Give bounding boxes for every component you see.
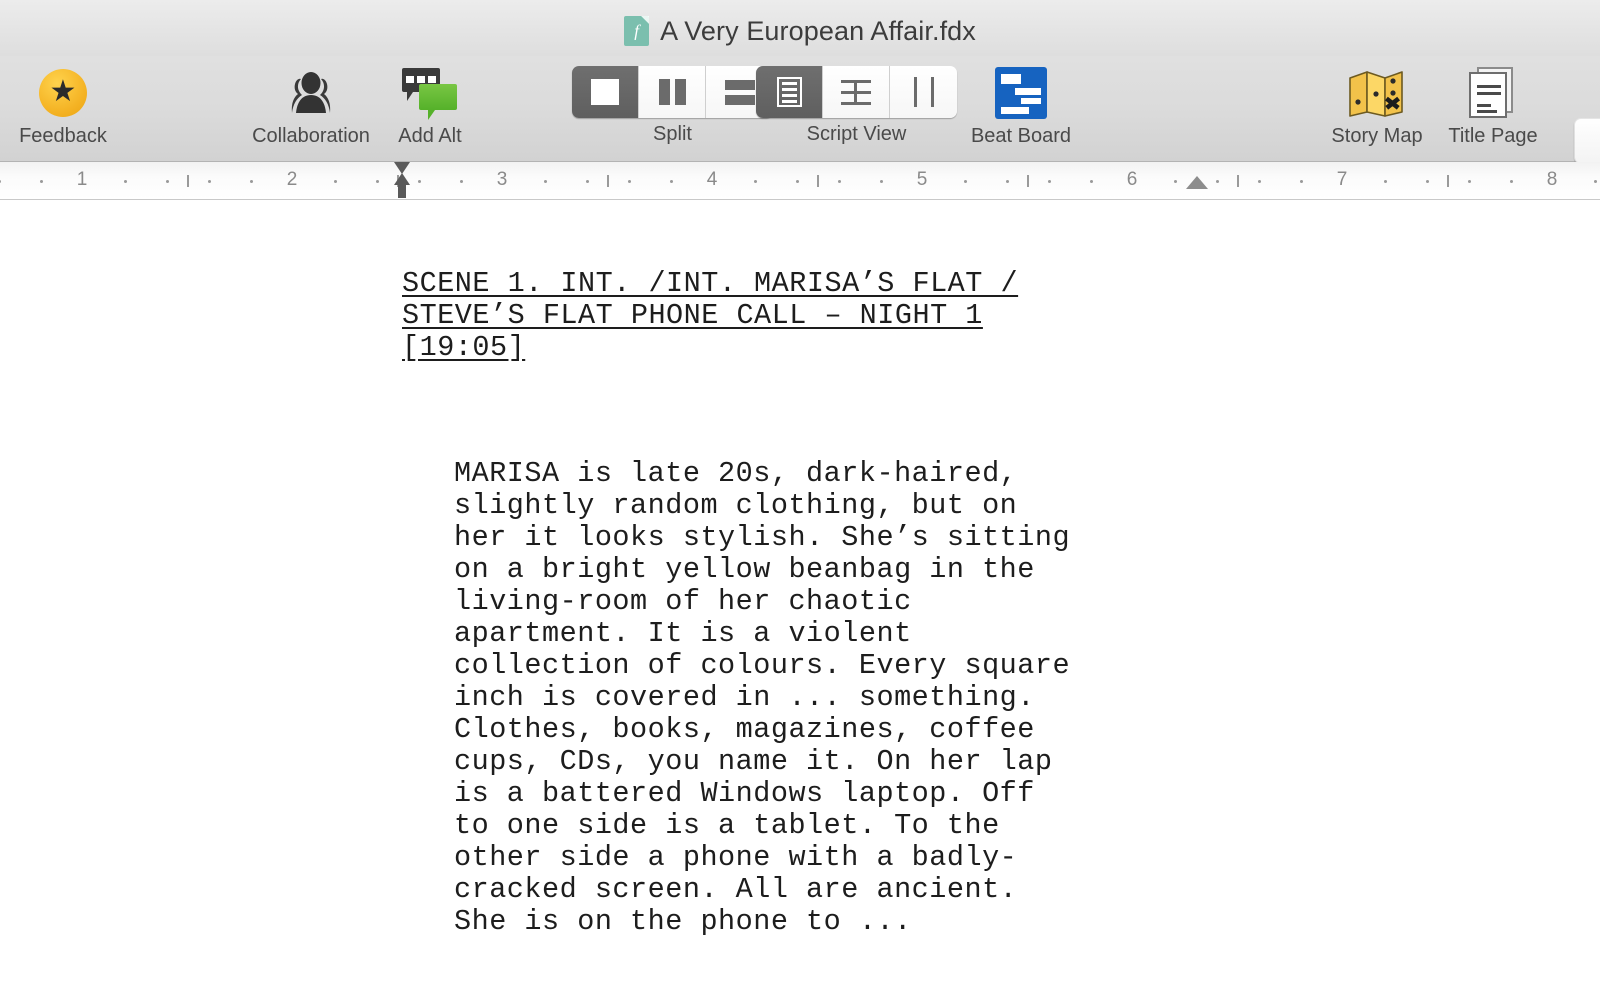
folded-map-icon [1347, 62, 1407, 124]
ruler-tick [1594, 180, 1597, 183]
script-view-segmented-buttons [756, 66, 957, 118]
toolbar-button-collaboration[interactable]: Collaboration [246, 62, 376, 148]
toolbar-button-beat-board[interactable]: Beat Board [956, 62, 1086, 148]
ruler-tick [1216, 180, 1219, 183]
ruler-tick [754, 180, 757, 183]
speech-bubbles-icon [402, 62, 458, 124]
ruler-tick [586, 180, 589, 183]
ruler-tick [670, 180, 673, 183]
ruler-number: 4 [706, 169, 718, 190]
ruler-tick [166, 180, 169, 183]
ruler-tick [1468, 180, 1471, 183]
toolbar-label-add-alt: Add Alt [398, 125, 462, 147]
split-segmented-buttons [572, 66, 773, 118]
ruler-number: 2 [286, 169, 298, 190]
ruler-half-inch-tick [817, 175, 819, 187]
ruler-tick [250, 180, 253, 183]
script-page[interactable]: SCENE 1. INT. /INT. MARISA’S FLAT / STEV… [0, 200, 1600, 1000]
script-body[interactable]: SCENE 1. INT. /INT. MARISA’S FLAT / STEV… [402, 204, 1202, 1000]
ruler-number: 3 [496, 169, 508, 190]
toolbar-button-add-alt[interactable]: Add Alt [365, 62, 495, 148]
ruler-tick [1174, 180, 1177, 183]
split-control: Split [572, 62, 773, 146]
star-badge-icon: ★ [39, 62, 87, 124]
ruler-tick [1048, 180, 1051, 183]
ruler-tick [124, 180, 127, 183]
toolbar-button-feedback[interactable]: ★ Feedback [0, 62, 128, 148]
script-view-segment-normal[interactable] [756, 66, 823, 118]
ruler-half-inch-tick [1447, 175, 1449, 187]
ruler-tick [1300, 180, 1303, 183]
toolbar-label-title-page: Title Page [1448, 125, 1538, 147]
ruler-number: 1 [76, 169, 88, 190]
ruler-number: 7 [1336, 169, 1348, 190]
ruler-tick [334, 180, 337, 183]
ruler-tick [208, 180, 211, 183]
window-title: A Very European Affair.fdx [660, 15, 976, 46]
ruler-tick [418, 180, 421, 183]
script-view-segment-index-card[interactable] [823, 66, 890, 118]
ruler[interactable]: 1 2 3 4 5 6 7 8 [0, 162, 1600, 200]
ruler-tick [0, 180, 1, 183]
ruler-tick [1384, 180, 1387, 183]
toolbar-label-collaboration: Collaboration [252, 125, 370, 147]
ruler-tick [628, 180, 631, 183]
ruler-tick [964, 180, 967, 183]
beat-board-icon [995, 62, 1047, 124]
ruler-tick [838, 180, 841, 183]
toolbar-label-beat-board: Beat Board [970, 125, 1072, 147]
script-view-label: Script View [806, 123, 907, 145]
final-draft-window: f A Very European Affair.fdx ★ Feedback [0, 0, 1600, 1000]
ruler-half-inch-tick [1027, 175, 1029, 187]
ruler-number: 6 [1126, 169, 1138, 190]
script-view-control: Script View [756, 62, 957, 146]
toolbar-label-feedback: Feedback [19, 125, 107, 147]
toolbar-label-story-map: Story Map [1331, 125, 1423, 147]
ruler-number: 5 [916, 169, 928, 190]
script-view-segment-columns[interactable] [890, 66, 957, 118]
split-segment-single[interactable] [572, 66, 639, 118]
action-paragraph[interactable]: MARISA is late 20s, dark-haired, slightl… [402, 458, 1202, 938]
toolbar-overflow-control[interactable] [1574, 118, 1600, 164]
document-title-group: f A Very European Affair.fdx [624, 16, 976, 47]
ruler-tick [1090, 180, 1093, 183]
ruler-half-inch-tick [607, 175, 609, 187]
document-icon-glyph: f [634, 21, 639, 41]
document-pages-icon [1469, 62, 1517, 124]
ruler-tick [40, 180, 43, 183]
toolbar-button-title-page[interactable]: Title Page [1428, 62, 1558, 148]
toolbar: ★ Feedback Collaboration Add Alt Split S… [0, 56, 1600, 164]
ruler-tick [544, 180, 547, 183]
ruler-tick [376, 180, 379, 183]
ruler-tick [460, 180, 463, 183]
ruler-half-inch-tick [187, 175, 189, 187]
final-draft-document-icon: f [624, 16, 650, 46]
ruler-tick [796, 180, 799, 183]
people-group-icon [282, 62, 340, 124]
ruler-number: 8 [1546, 169, 1558, 190]
right-margin-marker[interactable] [1186, 176, 1208, 189]
ruler-tick [880, 180, 883, 183]
scene-heading[interactable]: SCENE 1. INT. /INT. MARISA’S FLAT / STEV… [402, 268, 1202, 364]
ruler-half-inch-tick [1237, 175, 1239, 187]
toolbar-button-story-map[interactable]: Story Map [1312, 62, 1442, 148]
ruler-tick [1258, 180, 1261, 183]
ruler-tick [1006, 180, 1009, 183]
ruler-tick [1510, 180, 1513, 183]
title-bar: f A Very European Affair.fdx [0, 0, 1600, 56]
split-label: Split [653, 123, 692, 145]
split-segment-vertical[interactable] [639, 66, 706, 118]
left-indent-marker[interactable] [393, 162, 411, 198]
ruler-tick [1426, 180, 1429, 183]
